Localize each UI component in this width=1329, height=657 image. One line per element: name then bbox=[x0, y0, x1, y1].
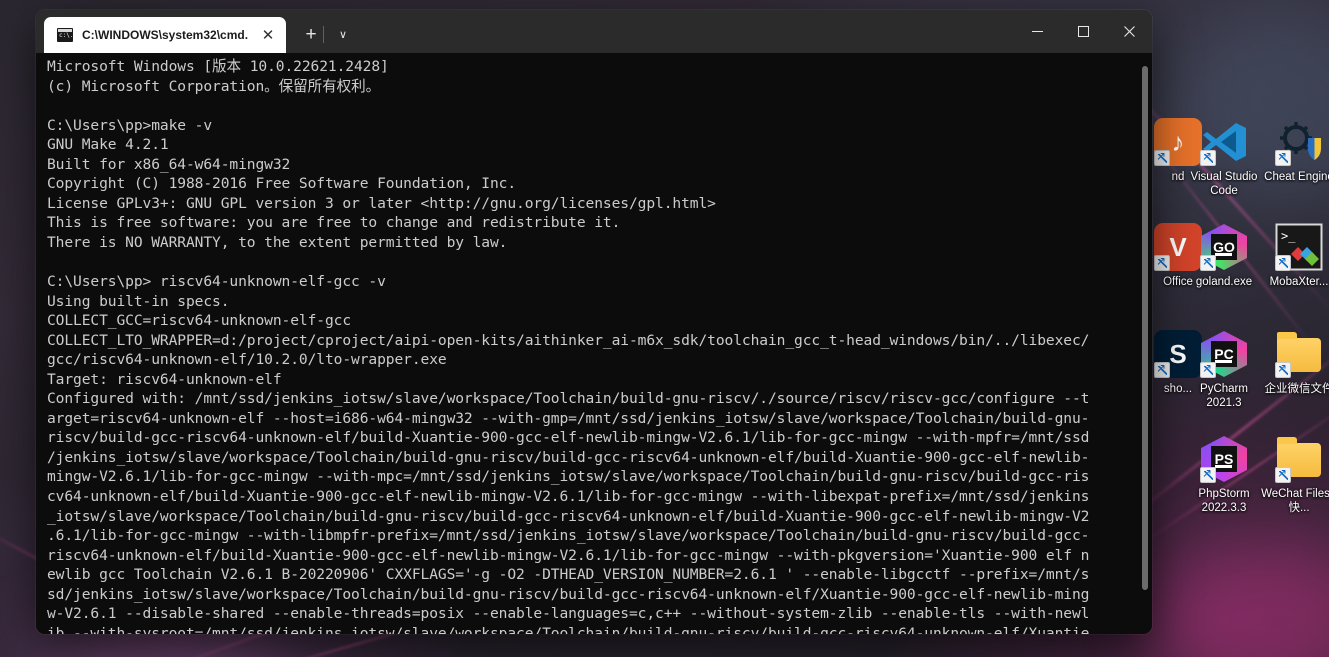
tab-strip: C:\WINDOWS\system32\cmd. ✕ + ∨ bbox=[36, 10, 1014, 53]
icon-cheat-engine-label: Cheat Engine bbox=[1264, 171, 1329, 183]
minimize-button[interactable] bbox=[1014, 10, 1060, 53]
shortcut-arrow-icon: ↗ bbox=[1275, 466, 1291, 483]
terminal-line: mingw-V2.6.1/lib-for-gcc-mingw --with-mp… bbox=[47, 468, 1090, 486]
close-button[interactable] bbox=[1106, 10, 1152, 53]
terminal-line: w-V2.6.1 --disable-shared --enable-threa… bbox=[47, 605, 1090, 623]
shortcut-arrow-icon: ↗ bbox=[1275, 361, 1291, 378]
cmd-icon bbox=[57, 28, 73, 42]
terminal-line: COLLECT_GCC=riscv64-unknown-elf-gcc bbox=[47, 312, 352, 330]
terminal-line: C:\Users\pp> riscv64-unknown-elf-gcc -v bbox=[47, 273, 386, 291]
svg-text:>_: >_ bbox=[1281, 229, 1296, 243]
terminal-line: There is NO WARRANTY, to the extent perm… bbox=[47, 233, 508, 251]
window-titlebar[interactable]: C:\WINDOWS\system32\cmd. ✕ + ∨ bbox=[36, 10, 1152, 53]
terminal-output-area[interactable]: Microsoft Windows [版本 10.0.22621.2428] (c… bbox=[36, 53, 1152, 634]
windows-terminal-window[interactable]: C:\WINDOWS\system32\cmd. ✕ + ∨ bbox=[36, 10, 1152, 634]
shortcut-arrow-icon: ↗ bbox=[1200, 254, 1216, 271]
terminal-line: GNU Make 4.2.1 bbox=[47, 136, 169, 154]
terminal-line: (c) Microsoft Corporation。保留所有权利。 bbox=[47, 77, 381, 95]
icon-goland[interactable]: GO ↗ goland.exe bbox=[1186, 223, 1262, 289]
icon-mobaxterm-label: MobaXter... bbox=[1269, 276, 1329, 288]
terminal-line: This is free software: you are free to c… bbox=[47, 214, 621, 232]
terminal-line: ib --with-sysroot=/mnt/ssd/jenkins_iotsw… bbox=[47, 624, 1090, 634]
maximize-button[interactable] bbox=[1060, 10, 1106, 53]
terminal-line: COLLECT_LTO_WRAPPER=d:/project/cproject/… bbox=[47, 331, 1090, 349]
icon-wecom-folder-art: ↗ bbox=[1275, 330, 1323, 378]
shortcut-arrow-icon: ↗ bbox=[1154, 361, 1170, 378]
terminal-line: arget=riscv64-unknown-elf --host=i686-w6… bbox=[47, 409, 1090, 427]
shortcut-arrow-icon: ↗ bbox=[1200, 361, 1216, 378]
shortcut-arrow-icon: ↗ bbox=[1275, 149, 1291, 166]
icon-wechat-files-folder[interactable]: ↗ WeChat Files - 快... bbox=[1261, 435, 1329, 515]
terminal-line: cv64-unknown-elf/build-Xuantie-900-gcc-e… bbox=[47, 488, 1090, 506]
icon-cheat-engine[interactable]: ↗ Cheat Engine bbox=[1261, 118, 1329, 184]
terminal-line: Target: riscv64-unknown-elf bbox=[47, 370, 282, 388]
tab-title: C:\WINDOWS\system32\cmd. bbox=[82, 28, 249, 42]
terminal-line: .6.1/lib-for-gcc-mingw --with-libmpfr-pr… bbox=[47, 527, 1090, 545]
icon-vscode[interactable]: ↗ Visual Studio Code bbox=[1186, 118, 1262, 198]
new-tab-button[interactable]: + bbox=[296, 18, 326, 51]
icon-wecom-folder-label: 企业微信文件 bbox=[1264, 383, 1329, 395]
wallpaper-glow bbox=[1150, 540, 1329, 657]
icon-mobaxterm-art: >_ ↗ bbox=[1275, 223, 1323, 271]
terminal-line: License GPLv3+: GNU GPL version 3 or lat… bbox=[47, 194, 716, 212]
icon-wechat-files-folder-label: WeChat Files - 快... bbox=[1261, 488, 1329, 514]
icon-sound-label: nd bbox=[1171, 171, 1185, 183]
tab-cmd[interactable]: C:\WINDOWS\system32\cmd. ✕ bbox=[44, 17, 287, 53]
tab-close-icon[interactable]: ✕ bbox=[257, 24, 279, 46]
terminal-line: _iotsw/slave/workspace/Toolchain/build-g… bbox=[47, 507, 1090, 525]
icon-phpstorm-label: PhpStorm 2022.3.3 bbox=[1198, 488, 1250, 514]
shortcut-arrow-icon: ↗ bbox=[1154, 254, 1170, 271]
terminal-line: gcc/riscv64-unknown-elf/10.2.0/lto-wrapp… bbox=[47, 351, 447, 369]
terminal-line: Built for x86_64-w64-mingw32 bbox=[47, 155, 291, 173]
icon-phpstorm[interactable]: PS ↗ PhpStorm 2022.3.3 bbox=[1186, 435, 1262, 515]
icon-mobaxterm[interactable]: >_ ↗ MobaXter... bbox=[1261, 223, 1329, 289]
terminal-line: riscv/build-gcc-riscv64-unknown-elf/buil… bbox=[47, 429, 1090, 447]
terminal-line: /jenkins_iotsw/slave/workspace/Toolchain… bbox=[47, 448, 1090, 466]
icon-vscode-art: ↗ bbox=[1200, 118, 1248, 166]
icon-wecom-folder[interactable]: ↗ 企业微信文件 bbox=[1261, 330, 1329, 396]
terminal-line: Copyright (C) 1988-2016 Free Software Fo… bbox=[47, 175, 517, 193]
shortcut-arrow-icon: ↗ bbox=[1200, 149, 1216, 166]
chevron-down-icon[interactable]: ∨ bbox=[323, 18, 358, 51]
terminal-line: sd/jenkins_iotsw/slave/workspace/Toolcha… bbox=[47, 585, 1090, 603]
terminal-line: ewlib gcc Toolchain V2.6.1 B-20220906' C… bbox=[47, 566, 1090, 584]
terminal-scrollbar[interactable] bbox=[1138, 53, 1152, 634]
terminal-line: Using built-in specs. bbox=[47, 292, 230, 310]
terminal-line: C:\Users\pp>make -v bbox=[47, 116, 213, 134]
icon-wechat-files-folder-art: ↗ bbox=[1275, 435, 1323, 483]
icon-vscode-label: Visual Studio Code bbox=[1190, 171, 1258, 197]
shortcut-arrow-icon: ↗ bbox=[1275, 254, 1291, 271]
icon-cheat-engine-art: ↗ bbox=[1275, 118, 1323, 166]
icon-goland-art: GO ↗ bbox=[1200, 223, 1248, 271]
terminal-line: Microsoft Windows [版本 10.0.22621.2428] bbox=[47, 58, 389, 75]
icon-goland-label: goland.exe bbox=[1195, 276, 1253, 288]
terminal-line: Configured with: /mnt/ssd/jenkins_iotsw/… bbox=[47, 390, 1090, 408]
icon-pycharm-label: PyCharm 2021.3 bbox=[1200, 383, 1248, 409]
shortcut-arrow-icon: ↗ bbox=[1200, 466, 1216, 483]
terminal-text: Microsoft Windows [版本 10.0.22621.2428] (c… bbox=[47, 57, 1132, 634]
terminal-line: riscv64-unknown-elf/build-Xuantie-900-gc… bbox=[47, 546, 1090, 564]
window-controls bbox=[1014, 10, 1152, 53]
shortcut-arrow-icon: ↗ bbox=[1154, 149, 1170, 166]
icon-phpstorm-art: PS ↗ bbox=[1200, 435, 1248, 483]
terminal-scrollbar-thumb[interactable] bbox=[1142, 66, 1148, 590]
icon-pycharm-art: PC ↗ bbox=[1200, 330, 1248, 378]
icon-pycharm[interactable]: PC ↗ PyCharm 2021.3 bbox=[1186, 330, 1262, 410]
desktop: ♪ ↗ nd ↗ Visual Studio Code ↗ Cheat Engine V ↗ Of… bbox=[0, 0, 1329, 657]
